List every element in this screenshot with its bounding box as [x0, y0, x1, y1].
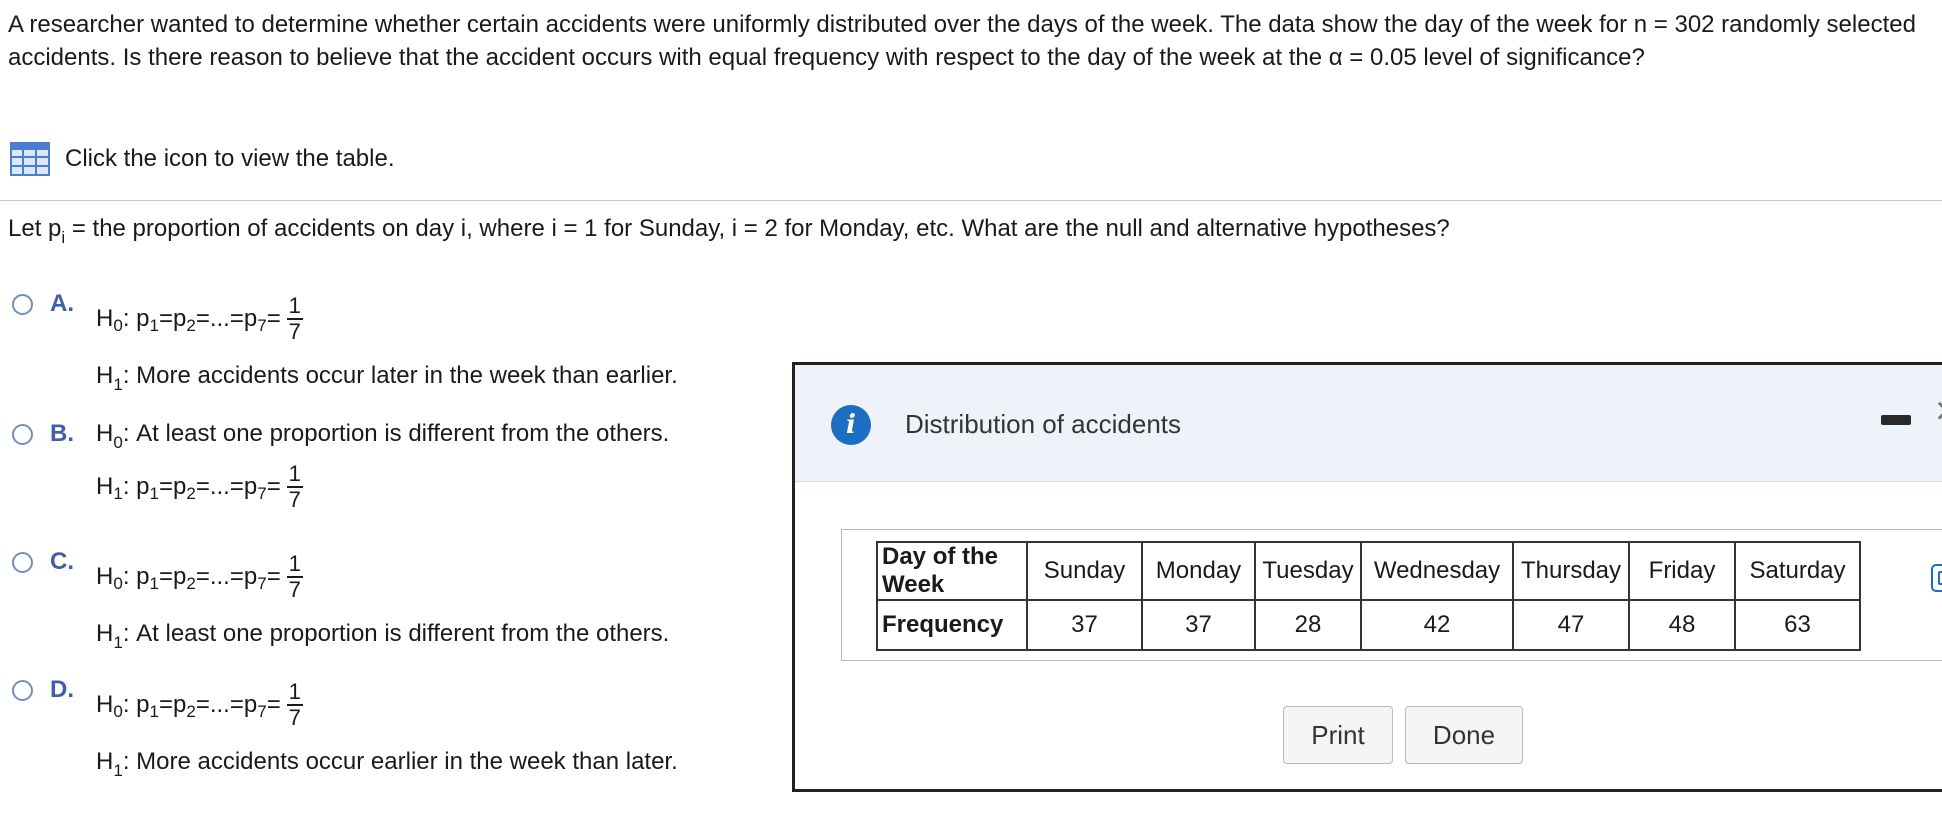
info-icon: i — [831, 405, 871, 445]
row-header-day: Day of the Week — [876, 541, 1028, 601]
table-row: Day of the Week Sunday Monday Tuesday We… — [876, 541, 1861, 601]
option-a-letter: A. — [50, 290, 74, 317]
divider — [0, 200, 1942, 201]
option-d-h1: H1: More accidents occur earlier in the … — [96, 748, 678, 780]
fraction-one-seventh: 17 — [286, 461, 303, 512]
option-c-h0: H0: p1 = p2 = ... = p7 = 17 — [96, 551, 303, 602]
option-d-radio[interactable] — [12, 680, 33, 701]
option-d-letter: D. — [50, 676, 74, 703]
option-b-letter: B. — [50, 420, 74, 447]
row-header-frequency: Frequency — [876, 599, 1028, 651]
option-c-h1: H1: At least one proportion is different… — [96, 620, 670, 652]
copy-icon[interactable] — [1931, 564, 1942, 592]
option-a-h1: H1: More accidents occur later in the we… — [96, 362, 678, 394]
done-button[interactable]: Done — [1405, 706, 1523, 764]
day-cell: Friday — [1628, 541, 1736, 601]
frequency-cell: 63 — [1734, 599, 1861, 651]
let-statement: Let pi = the proportion of accidents on … — [8, 215, 1450, 247]
table-container: Day of the Week Sunday Monday Tuesday We… — [841, 529, 1942, 661]
day-cell: Tuesday — [1254, 541, 1362, 601]
frequency-table: Day of the Week Sunday Monday Tuesday We… — [876, 541, 1861, 651]
dialog-header: i Distribution of accidents × — [795, 365, 1942, 482]
frequency-cell: 42 — [1360, 599, 1514, 651]
day-cell: Thursday — [1512, 541, 1630, 601]
view-table-label[interactable]: Click the icon to view the table. — [65, 145, 395, 173]
day-cell: Wednesday — [1360, 541, 1514, 601]
fraction-one-seventh: 17 — [286, 293, 303, 344]
minimize-button[interactable] — [1881, 415, 1911, 425]
frequency-cell: 47 — [1512, 599, 1630, 651]
option-b-h1: H1: p1 = p2 = ... = p7 = 17 — [96, 461, 303, 512]
frequency-cell: 28 — [1254, 599, 1362, 651]
frequency-cell: 48 — [1628, 599, 1736, 651]
option-d-h0: H0: p1 = p2 = ... = p7 = 17 — [96, 679, 303, 730]
fraction-one-seventh: 17 — [286, 551, 303, 602]
day-cell: Saturday — [1734, 541, 1861, 601]
fraction-one-seventh: 17 — [286, 679, 303, 730]
question-text: A researcher wanted to determine whether… — [8, 11, 1916, 71]
frequency-cell: 37 — [1141, 599, 1256, 651]
view-table-link[interactable]: Click the icon to view the table. — [10, 142, 395, 176]
option-c-letter: C. — [50, 548, 74, 575]
table-row: Frequency 37 37 28 42 47 48 63 — [876, 599, 1861, 651]
frequency-cell: 37 — [1026, 599, 1143, 651]
print-button[interactable]: Print — [1283, 706, 1393, 764]
option-a-h0: H0: p1 = p2 = ... = p7 = 17 — [96, 293, 303, 344]
table-icon[interactable] — [10, 142, 50, 176]
day-cell: Monday — [1141, 541, 1256, 601]
distribution-dialog: i Distribution of accidents × Day of the… — [792, 362, 1942, 792]
day-cell: Sunday — [1026, 541, 1143, 601]
option-c-radio[interactable] — [12, 552, 33, 573]
option-b-radio[interactable] — [12, 424, 33, 445]
option-a-radio[interactable] — [12, 294, 33, 315]
dialog-title: Distribution of accidents — [905, 409, 1182, 439]
close-icon[interactable]: × — [1935, 391, 1942, 431]
option-b-h0: H0: At least one proportion is different… — [96, 420, 670, 452]
